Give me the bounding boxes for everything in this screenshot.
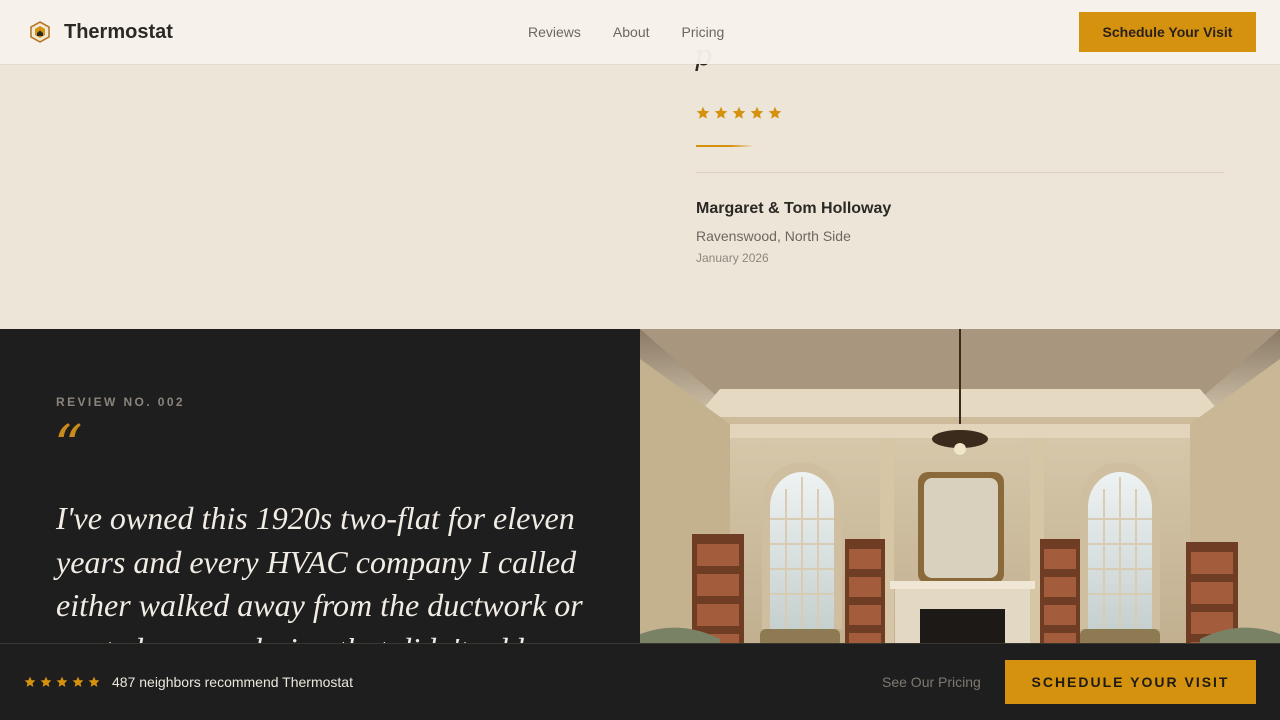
site-header: Thermostat Reviews About Pricing Schedul… bbox=[0, 0, 1280, 64]
sticky-cta-bar: 487 neighbors recommend Thermostat See O… bbox=[0, 643, 1280, 720]
star-icon bbox=[732, 106, 746, 119]
star-icon bbox=[24, 676, 36, 687]
star-icon bbox=[696, 106, 710, 119]
open-quote-mark: “ bbox=[54, 414, 83, 479]
accent-line bbox=[696, 145, 754, 147]
nav-pricing[interactable]: Pricing bbox=[682, 24, 725, 40]
divider bbox=[696, 172, 1224, 173]
star-icon bbox=[768, 106, 782, 119]
see-pricing-link[interactable]: See Our Pricing bbox=[882, 674, 981, 690]
star-icon bbox=[72, 676, 84, 687]
star-icon bbox=[88, 676, 100, 687]
nav-about[interactable]: About bbox=[613, 24, 650, 40]
review-date: January 2026 bbox=[696, 251, 769, 265]
star-icon bbox=[56, 676, 68, 687]
reviewer-name: Margaret & Tom Holloway bbox=[696, 200, 892, 217]
star-icon bbox=[750, 106, 764, 119]
schedule-visit-button[interactable]: Schedule Your Visit bbox=[1079, 12, 1256, 52]
star-icon bbox=[40, 676, 52, 687]
review-rating bbox=[696, 106, 782, 120]
schedule-visit-sticky-button[interactable]: SCHEDULE YOUR VISIT bbox=[1005, 660, 1256, 704]
brand-name: Thermostat bbox=[64, 20, 173, 43]
reviewer-location: Ravenswood, North Side bbox=[696, 228, 851, 244]
review-number: REVIEW NO. 002 bbox=[56, 395, 185, 409]
star-icon bbox=[714, 106, 728, 119]
recommend-count-text: 487 neighbors recommend Thermostat bbox=[112, 674, 353, 690]
brand[interactable]: Thermostat bbox=[28, 20, 173, 44]
aggregate-rating bbox=[24, 676, 100, 688]
main-nav: Reviews About Pricing bbox=[528, 0, 724, 64]
nav-reviews[interactable]: Reviews bbox=[528, 24, 581, 40]
house-shield-icon bbox=[30, 21, 50, 43]
